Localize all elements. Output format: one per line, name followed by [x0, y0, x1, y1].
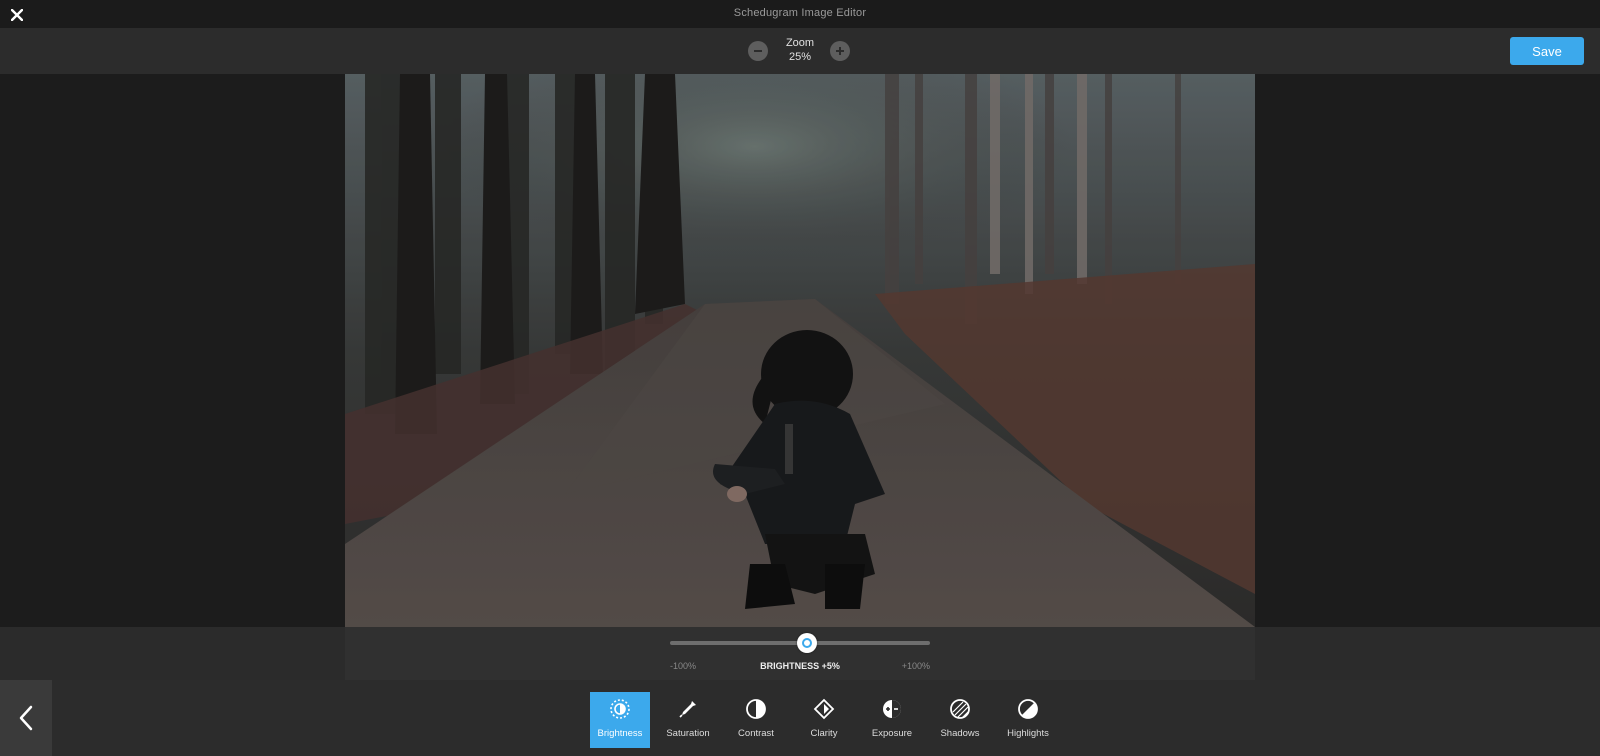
slider-thumb[interactable]	[796, 633, 817, 653]
chevron-left-icon	[19, 705, 33, 731]
minus-icon	[754, 50, 762, 52]
tool-clarity[interactable]: Clarity	[794, 692, 854, 748]
brightness-icon	[610, 699, 630, 719]
zoom-readout: Zoom 25%	[774, 36, 826, 64]
back-button[interactable]	[0, 680, 52, 756]
zoom-value: 25%	[788, 51, 812, 63]
slider-value-label: BRIGHTNESS +5%	[760, 661, 840, 671]
zoom-in-button[interactable]	[830, 41, 850, 61]
shadows-icon	[950, 699, 970, 719]
tool-label: Saturation	[666, 728, 710, 739]
tool-label: Clarity	[810, 728, 838, 739]
image-editor-window: Schedugram Image Editor Zoom 25% Save -1…	[0, 0, 1600, 756]
tool-highlights[interactable]: Highlights	[998, 692, 1058, 748]
tool-exposure[interactable]: Exposure	[862, 692, 922, 748]
forest-path-photo	[345, 74, 1255, 627]
tool-saturation[interactable]: Saturation	[658, 692, 718, 748]
save-button[interactable]: Save	[1510, 37, 1584, 65]
tool-brightness[interactable]: Brightness	[590, 692, 650, 748]
slider-panel: -100% BRIGHTNESS +5% +100%	[345, 627, 1255, 680]
zoom-out-button[interactable]	[748, 41, 768, 61]
eyedropper-icon	[679, 701, 696, 718]
brightness-slider-track[interactable]	[670, 633, 930, 653]
zoom-label: Zoom	[785, 37, 815, 49]
zoom-control: Zoom 25%	[748, 36, 854, 66]
tool-contrast[interactable]: Contrast	[726, 692, 786, 748]
tool-label: Highlights	[1007, 728, 1049, 739]
title-bar: Schedugram Image Editor	[0, 0, 1600, 28]
photo-preview	[345, 74, 1255, 627]
plus-icon	[836, 47, 844, 55]
tool-label: Shadows	[940, 728, 980, 739]
slider-min-label: -100%	[670, 661, 697, 671]
adjustment-panel: -100% BRIGHTNESS +5% +100%	[0, 627, 1600, 680]
editor-canvas: -100% BRIGHTNESS +5% +100%	[0, 74, 1600, 680]
tool-label: Exposure	[871, 728, 913, 739]
contrast-icon	[746, 699, 766, 719]
highlights-icon	[1018, 699, 1038, 719]
top-toolbar: Zoom 25% Save	[0, 28, 1600, 74]
tool-shadows[interactable]: Shadows	[930, 692, 990, 748]
bottom-toolbar: Brightness Saturation Contrast Clarity E…	[0, 680, 1600, 756]
tool-label: Contrast	[738, 728, 774, 739]
window-title: Schedugram Image Editor	[733, 7, 867, 19]
slider-max-label: +100%	[901, 661, 930, 671]
exposure-icon	[883, 700, 901, 718]
clarity-icon	[813, 698, 835, 720]
tool-label: Brightness	[597, 728, 643, 739]
adjustment-tools: Brightness Saturation Contrast Clarity E…	[590, 692, 1066, 748]
